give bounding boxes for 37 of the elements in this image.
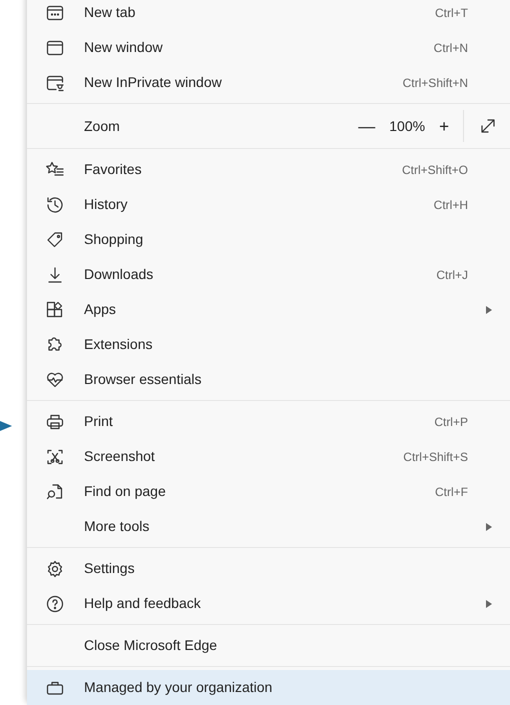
shortcut-text: Ctrl+T bbox=[434, 4, 468, 22]
menu-item[interactable]: Apps bbox=[27, 292, 510, 327]
shortcut-text: Ctrl+Shift+N bbox=[402, 74, 468, 92]
menu-item[interactable]: Find on page Ctrl+F bbox=[27, 474, 510, 509]
shortcut-text: Ctrl+P bbox=[433, 414, 468, 430]
help-icon bbox=[45, 594, 65, 614]
zoom-level: 100% bbox=[389, 116, 426, 136]
shortcut-text: Ctrl+N bbox=[432, 40, 468, 56]
shortcut-text: Ctrl+J bbox=[435, 266, 468, 284]
menu-item[interactable]: Extensions bbox=[27, 327, 510, 362]
menu-item[interactable]: New tab Ctrl+T bbox=[27, 0, 510, 30]
menu-item[interactable]: History Ctrl+H bbox=[27, 187, 510, 222]
menu-item[interactable]: Settings bbox=[27, 551, 510, 586]
menu-item[interactable]: Print Ctrl+P bbox=[27, 404, 510, 439]
menu-item[interactable]: Favorites Ctrl+Shift+O bbox=[27, 152, 510, 187]
zoom-in-button[interactable]: + bbox=[433, 118, 455, 134]
tag-icon bbox=[45, 230, 65, 250]
menu-item[interactable]: Shopping bbox=[27, 222, 510, 257]
shortcut-text: Ctrl+F bbox=[434, 484, 468, 500]
find-page-icon bbox=[45, 482, 65, 502]
menu-item[interactable]: Screenshot Ctrl+Shift+S bbox=[27, 439, 510, 474]
menu-item[interactable]: Browser essentials bbox=[27, 362, 510, 397]
zoom-out-button[interactable]: — bbox=[352, 118, 382, 134]
menu-item[interactable]: Close Microsoft Edge bbox=[27, 628, 510, 663]
menu-item[interactable]: New window Ctrl+N bbox=[27, 30, 510, 65]
apps-icon bbox=[45, 300, 65, 320]
menu-item[interactable]: More tools bbox=[27, 509, 510, 544]
menu-item[interactable]: Downloads Ctrl+J bbox=[27, 257, 510, 292]
menu-item[interactable]: Help and feedback bbox=[27, 586, 510, 621]
shortcut-text: Ctrl+Shift+O bbox=[400, 162, 468, 178]
menu-item[interactable]: New InPrivate window Ctrl+Shift+N bbox=[27, 65, 510, 100]
settings-icon bbox=[45, 558, 65, 578]
shortcut-text: Ctrl+H bbox=[432, 196, 468, 214]
history-icon bbox=[45, 194, 65, 214]
zoom-label: Zoom bbox=[84, 116, 121, 136]
menu-item[interactable]: Managed by your organization bbox=[27, 670, 510, 705]
shortcut-text: Ctrl+Shift+S bbox=[402, 448, 468, 466]
